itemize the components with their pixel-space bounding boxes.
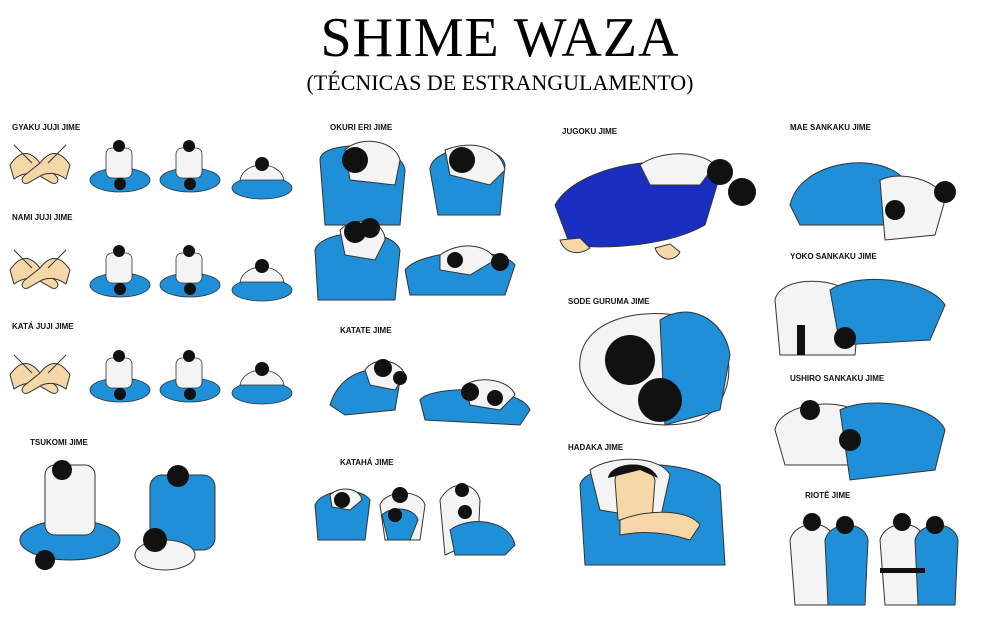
gyaku-juji-jime-illustration bbox=[9, 139, 293, 200]
kataha-jime-illustration bbox=[314, 483, 516, 556]
ushiro-sankaku-jime-illustration bbox=[774, 400, 946, 481]
jugoku-jime-illustration bbox=[554, 153, 756, 260]
tsukomi-jime-illustration bbox=[19, 460, 216, 571]
yoko-sankaku-jime-illustration bbox=[774, 278, 946, 356]
riote-jime-illustration bbox=[789, 513, 959, 606]
okuri-eri-jime-illustration bbox=[314, 140, 516, 301]
mae-sankaku-jime-illustration bbox=[789, 162, 956, 241]
nami-juji-jime-illustration bbox=[9, 244, 293, 302]
katate-jime-illustration bbox=[329, 359, 531, 426]
sode-guruma-jime-illustration bbox=[579, 311, 731, 426]
hadaka-jime-illustration bbox=[579, 458, 726, 566]
kata-juji-jime-illustration bbox=[9, 349, 293, 405]
technique-illustrations bbox=[9, 139, 959, 606]
